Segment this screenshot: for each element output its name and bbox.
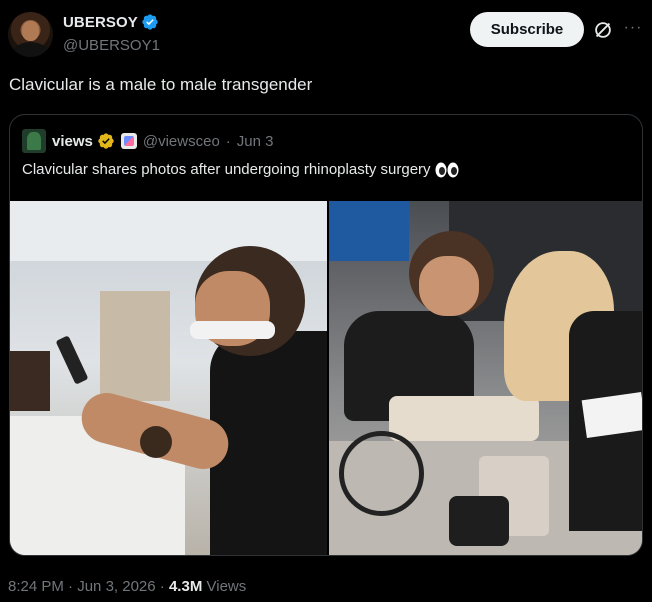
quoted-tweet-header: views @viewsceo · Jun 3 xyxy=(22,129,274,153)
meta-separator: · xyxy=(159,578,165,595)
quoted-author-handle[interactable]: @viewsceo xyxy=(143,133,220,150)
author-avatar[interactable] xyxy=(8,12,53,57)
quoted-author-name[interactable]: views xyxy=(52,133,93,150)
quoted-tweet-text: Clavicular shares photos after undergoin… xyxy=(22,161,459,178)
grok-icon[interactable] xyxy=(592,19,614,41)
views-count: 4.3M xyxy=(168,578,203,595)
subscribe-button[interactable]: Subscribe xyxy=(470,12,584,47)
author-name-row: UBERSOY xyxy=(63,13,159,31)
meta-separator: · xyxy=(68,578,74,595)
more-icon[interactable]: ··· xyxy=(622,17,644,39)
tweet-header: UBERSOY @UBERSOY1 Subscribe ··· xyxy=(0,0,652,70)
author-handle[interactable]: @UBERSOY1 xyxy=(63,37,160,54)
quoted-separator: · xyxy=(225,132,231,150)
affiliate-badge-icon[interactable] xyxy=(120,133,137,149)
quoted-photo-right[interactable] xyxy=(329,201,642,555)
quoted-tweet[interactable]: views @viewsceo · Jun 3 Clavicular share… xyxy=(9,114,643,556)
gold-checkmark-icon xyxy=(98,133,114,149)
quoted-author-avatar[interactable] xyxy=(22,129,46,153)
tweet-text: Clavicular is a male to male transgender xyxy=(9,75,313,94)
views-label: Views xyxy=(206,578,247,595)
author-display-name[interactable]: UBERSOY xyxy=(63,14,138,31)
quoted-tweet-text-content: Clavicular shares photos after undergoin… xyxy=(22,161,431,178)
verified-badge-icon xyxy=(142,14,158,30)
tweet-time[interactable]: 8:24 PM xyxy=(8,578,64,595)
tweet-date[interactable]: Jun 3, 2026 xyxy=(77,578,155,595)
tweet-meta: 8:24 PM · Jun 3, 2026 · 4.3M Views xyxy=(8,578,246,595)
quoted-date[interactable]: Jun 3 xyxy=(237,133,274,150)
eyes-emoji-icon xyxy=(435,162,459,178)
quoted-photo-left[interactable] xyxy=(10,201,327,555)
